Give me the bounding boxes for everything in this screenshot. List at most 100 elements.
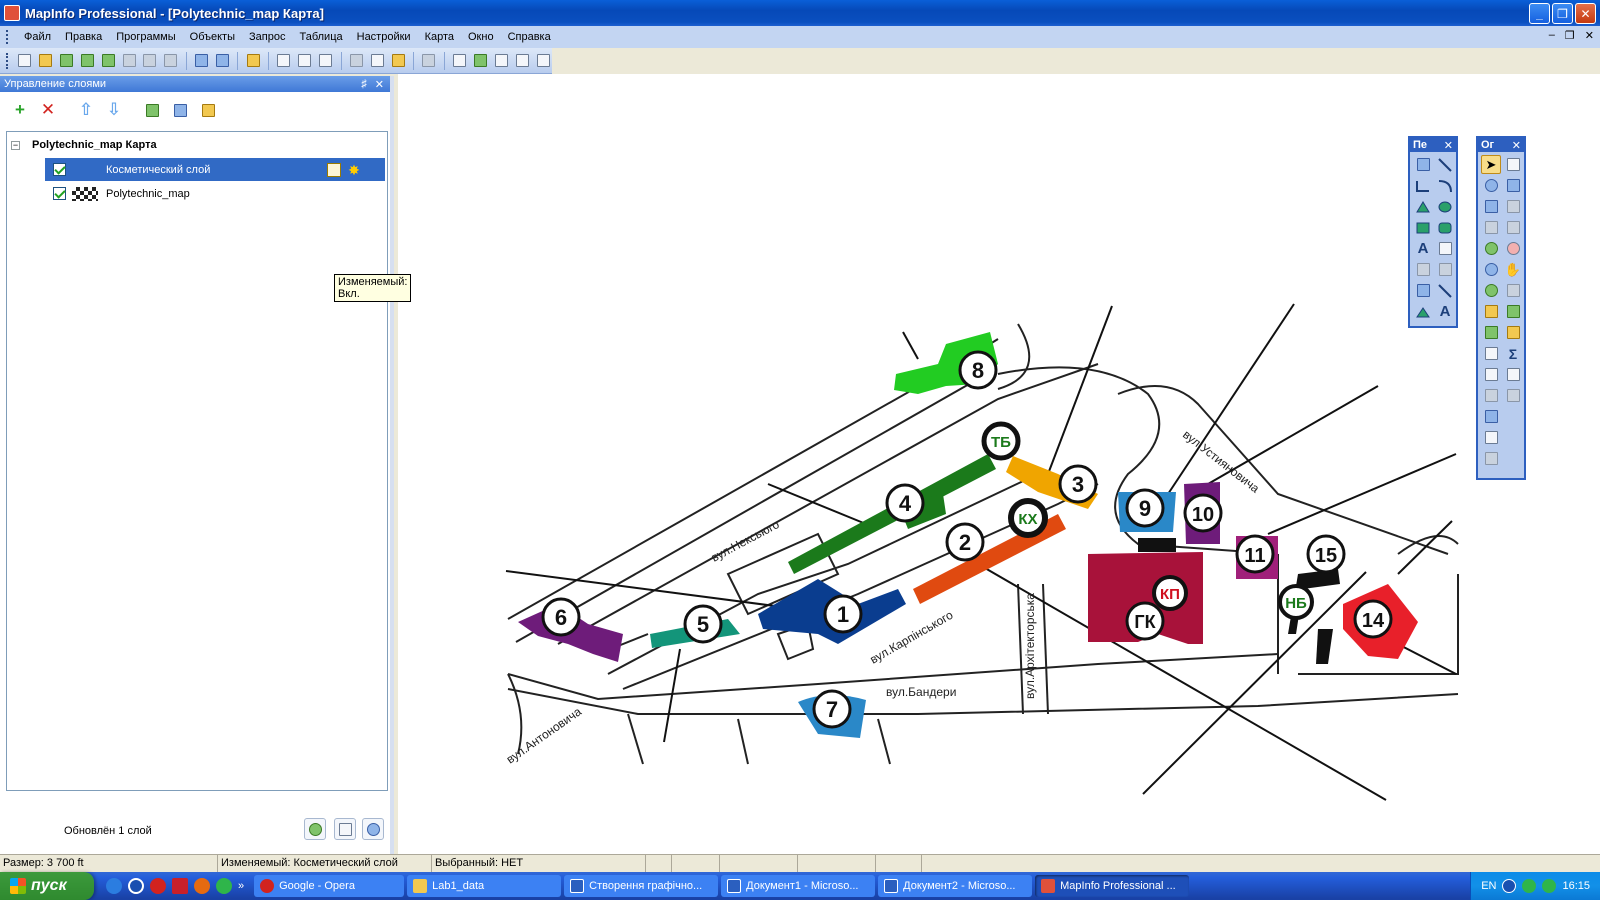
show-legend-tool[interactable] [1481, 344, 1501, 363]
open-universal-button[interactable] [99, 52, 117, 70]
remove-layer-button[interactable]: ✕ [38, 100, 58, 120]
menu-objects[interactable]: Объекты [183, 26, 242, 48]
boundary-select-tool[interactable] [1481, 197, 1501, 216]
layer-control-tool[interactable] [1481, 323, 1501, 342]
new-layout-button[interactable] [513, 52, 531, 70]
find-address-button[interactable] [162, 52, 180, 70]
open-table-button[interactable] [37, 52, 55, 70]
radius-select-tool[interactable] [1481, 176, 1501, 195]
symbol-style-tool[interactable] [1413, 281, 1433, 300]
marker-11[interactable]: 11 [1235, 534, 1275, 574]
statistics-tool[interactable]: Σ [1503, 344, 1523, 363]
zoom-out-tool[interactable] [1503, 239, 1523, 258]
task-word-creation[interactable]: Створення графічно... [564, 875, 719, 897]
polygon-select-tool[interactable] [1503, 176, 1523, 195]
toolbar-grip-icon[interactable] [6, 52, 9, 69]
change-view-tool[interactable] [1481, 260, 1501, 279]
language-indicator[interactable]: EN [1481, 880, 1496, 892]
layer-panel-close-icon[interactable]: ✕ [375, 78, 384, 91]
minimize-button[interactable]: _ [1529, 3, 1550, 24]
new-browser-button[interactable] [451, 52, 469, 70]
cut-button[interactable] [348, 52, 366, 70]
polyline-tool[interactable] [1413, 176, 1433, 195]
marker-kh[interactable]: КХ [1008, 498, 1048, 538]
new-table-button[interactable] [16, 52, 34, 70]
ellipse-tool[interactable] [1435, 197, 1455, 216]
ie-icon[interactable] [106, 878, 122, 894]
firefox-icon[interactable] [194, 878, 210, 894]
opera-icon[interactable] [150, 878, 166, 894]
layer-visible-checkbox[interactable] [53, 163, 66, 176]
menu-map[interactable]: Карта [418, 26, 461, 48]
text-tool[interactable]: A [1413, 239, 1433, 258]
layer-visible-checkbox[interactable] [53, 187, 66, 200]
move-layer-up-button[interactable]: ⇧ [76, 100, 96, 120]
find-button[interactable] [141, 52, 159, 70]
menu-window[interactable]: Окно [461, 26, 501, 48]
marker-2[interactable]: 2 [945, 522, 985, 562]
zoom-in-tool[interactable] [1481, 239, 1501, 258]
tray-network-icon[interactable] [1522, 879, 1537, 893]
browse-tool[interactable] [1481, 428, 1501, 447]
building-black-3[interactable] [1316, 629, 1333, 664]
new-graph-button[interactable] [492, 52, 510, 70]
main-palette-close-icon[interactable]: ✕ [1512, 139, 1524, 152]
mapinfo-app-icon[interactable] [4, 5, 20, 21]
acrobat-icon[interactable] [172, 878, 188, 894]
clear-target-tool[interactable] [1503, 365, 1523, 384]
messenger-icon[interactable] [216, 878, 232, 894]
tree-root-map[interactable]: − Polytechnic_map Карта [11, 139, 157, 151]
autolabel-star-icon[interactable]: ✸ [347, 163, 361, 177]
open-dbms-button[interactable] [58, 52, 76, 70]
layer-properties-button[interactable] [142, 100, 162, 120]
status-selected[interactable]: Выбранный: НЕТ [432, 855, 646, 872]
status-editable-layer[interactable]: Изменяемый: Косметический слой [218, 855, 432, 872]
grabber-tool[interactable]: ✋ [1503, 260, 1523, 279]
marker-15[interactable]: 15 [1306, 534, 1346, 574]
building-black[interactable] [1138, 538, 1176, 552]
start-button[interactable]: пуск [0, 872, 94, 900]
save-workspace-button[interactable] [213, 52, 231, 70]
marker-tb[interactable]: ТБ [981, 421, 1021, 461]
task-document2[interactable]: Документ2 - Microso... [878, 875, 1033, 897]
marker-1[interactable]: 1 [823, 594, 863, 634]
close-button[interactable]: ✕ [1575, 3, 1596, 24]
drawing-palette-close-icon[interactable]: ✕ [1444, 139, 1456, 152]
reorder-layers-button[interactable] [170, 100, 190, 120]
status-zoom-size[interactable]: Размер: 3 700 ft [0, 855, 218, 872]
marker-3[interactable]: 3 [1058, 464, 1098, 504]
map-window[interactable]: вул.Нексьюго вул.Карпінського вул.Архіте… [398, 74, 1600, 854]
menu-file[interactable]: Файл [17, 26, 58, 48]
invert-selection-tool[interactable] [1481, 218, 1501, 237]
layer-options-button[interactable] [334, 818, 356, 840]
tray-messenger-icon[interactable] [1542, 879, 1557, 893]
open-workspace-button[interactable] [244, 52, 262, 70]
drag-map-tool[interactable] [1503, 302, 1523, 321]
label-tool[interactable] [1481, 302, 1501, 321]
maximize-button[interactable]: ❐ [1552, 3, 1573, 24]
add-layer-button[interactable]: + [10, 100, 30, 120]
menu-settings[interactable]: Настройки [350, 26, 418, 48]
line-style-tool[interactable] [1435, 281, 1455, 300]
mdi-minimize-button[interactable]: – [1549, 29, 1555, 42]
print-preview-button[interactable] [275, 52, 293, 70]
paste-button[interactable] [389, 52, 407, 70]
clip-region-tool[interactable] [1481, 386, 1501, 405]
snap-tool[interactable] [1481, 449, 1501, 468]
undo-button[interactable] [420, 52, 438, 70]
rectangle-tool[interactable] [1413, 218, 1433, 237]
editable-pencil-icon[interactable] [327, 162, 341, 177]
reshape-tool[interactable] [1413, 260, 1433, 279]
menu-programs[interactable]: Программы [109, 26, 182, 48]
move-layer-down-button[interactable]: ⇩ [104, 100, 124, 120]
select-tool[interactable]: ➤ [1481, 155, 1501, 174]
menu-query[interactable]: Запрос [242, 26, 292, 48]
unselect-all-tool[interactable] [1503, 197, 1523, 216]
tray-arrow-icon[interactable] [1502, 879, 1517, 893]
set-target-tool[interactable] [1481, 365, 1501, 384]
help-button[interactable] [362, 818, 384, 840]
frame-tool[interactable] [1435, 239, 1455, 258]
print-button[interactable] [296, 52, 314, 70]
arc-tool[interactable] [1435, 176, 1455, 195]
marker-8[interactable]: 8 [958, 350, 998, 390]
